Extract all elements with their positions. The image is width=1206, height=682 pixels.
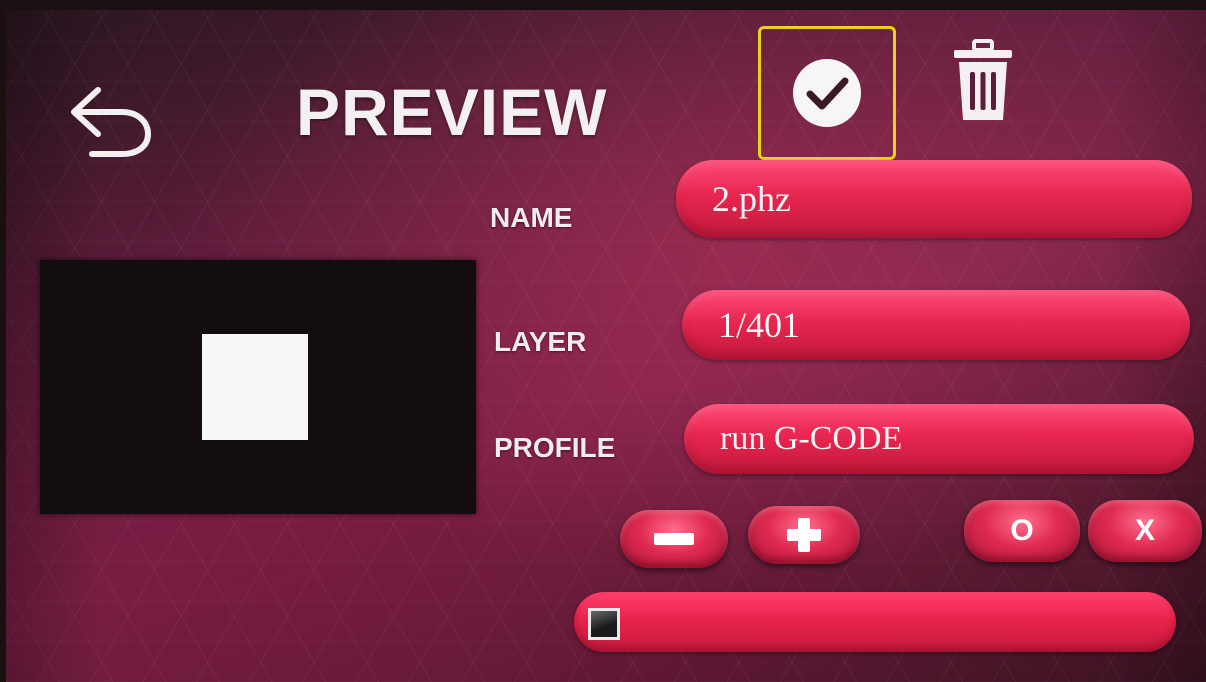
o-button-label: O [1010, 514, 1034, 547]
layer-increment-button[interactable] [748, 506, 860, 564]
layer-slider-thumb[interactable] [588, 608, 620, 640]
trash-icon [954, 39, 1012, 120]
back-button[interactable] [62, 80, 158, 160]
plus-icon [787, 518, 821, 552]
confirm-button[interactable] [758, 26, 896, 160]
back-arrow-icon [71, 87, 152, 157]
x-button-label: X [1134, 514, 1155, 547]
profile-value: run G-CODE [720, 420, 903, 457]
page-title: PREVIEW [296, 75, 608, 149]
minus-icon [654, 533, 694, 545]
layer-value: 1/401 [718, 305, 801, 345]
printer-screen: PREVIEW NAME LAYER PROFILE 2.phz 1/401 r… [6, 10, 1206, 682]
profile-label: PROFILE [494, 432, 616, 463]
delete-button[interactable] [950, 38, 1016, 124]
name-label: NAME [490, 202, 573, 233]
layer-label: LAYER [494, 326, 587, 357]
layer-field[interactable]: 1/401 [682, 290, 1190, 360]
profile-field[interactable]: run G-CODE [684, 404, 1194, 474]
name-field[interactable]: 2.phz [676, 160, 1192, 238]
x-button[interactable]: X [1088, 500, 1202, 562]
checkmark-circle-icon [793, 59, 861, 127]
layer-decrement-button[interactable] [620, 510, 728, 568]
layer-shape [202, 334, 308, 440]
layer-preview [40, 260, 476, 514]
name-value: 2.phz [712, 179, 791, 219]
o-button[interactable]: O [964, 500, 1080, 562]
layer-slider[interactable] [574, 592, 1176, 652]
